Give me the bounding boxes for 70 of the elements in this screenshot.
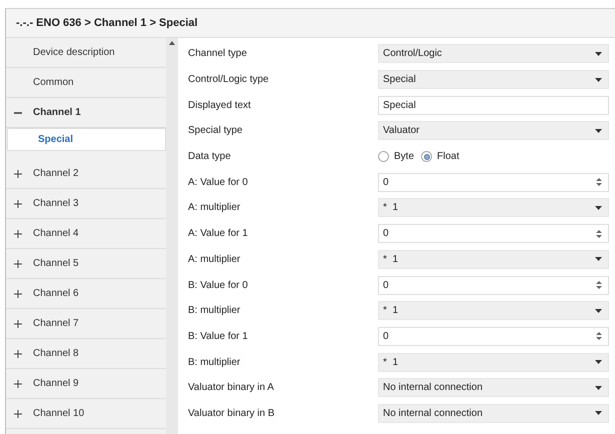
spinner-arrows-icon[interactable] <box>596 280 602 290</box>
tree-item-label: Device description <box>33 47 115 58</box>
dropdown-caret-icon <box>595 411 602 416</box>
parameter-label: Channel type <box>188 48 248 60</box>
dropdown[interactable]: * 1 <box>378 301 609 320</box>
parameter-label: B: Value for 0 <box>188 280 249 291</box>
dropdown-caret-icon <box>595 257 602 262</box>
tree-item-label: Channel 8 <box>33 348 79 359</box>
number-field[interactable]: 0 <box>378 172 609 192</box>
tree-item-label: Special <box>38 134 74 145</box>
window-title: -.-.- ENO 636 > Channel 1 > Special <box>6 9 615 38</box>
plus-icon[interactable] <box>14 230 22 238</box>
dropdown[interactable]: No internal connection <box>378 378 609 398</box>
dropdown-caret-icon <box>595 360 602 364</box>
parameter-label: B: Value for 1 <box>188 330 249 342</box>
parameter-label: Valuator binary in B <box>188 408 276 419</box>
tree-subitem[interactable]: Special <box>7 128 166 151</box>
dropdown-caret-icon <box>595 206 602 210</box>
dropdown[interactable]: Special <box>378 70 609 90</box>
dropdown-caret-icon <box>595 128 602 133</box>
tree-item-label: Common <box>33 77 74 88</box>
parameter-label: A: Value for 1 <box>188 228 249 240</box>
dropdown-caret-icon <box>595 78 602 82</box>
spinner-arrows-icon[interactable] <box>596 228 602 239</box>
parameter-label: Data type <box>188 151 232 162</box>
dropdown[interactable]: No internal connection <box>378 404 609 423</box>
dropdown-caret-icon <box>595 308 602 313</box>
tree-item-label: Channel 2 <box>33 168 79 179</box>
spinner-arrows-icon[interactable] <box>596 331 602 342</box>
tree-item-label: Channel 6 <box>33 288 79 299</box>
dropdown[interactable]: Control/Logic <box>378 44 609 64</box>
parameter-label: Valuator binary in A <box>188 382 275 394</box>
plus-icon[interactable] <box>14 410 22 418</box>
parameter-label: B: multiplier <box>188 305 242 316</box>
dropdown[interactable]: * 1 <box>378 352 609 372</box>
tree-item-label: Channel 3 <box>33 198 79 209</box>
dropdown[interactable]: * 1 <box>378 198 609 218</box>
tree-item-label: Channel 5 <box>33 258 79 269</box>
plus-icon[interactable] <box>14 350 22 358</box>
parameter-label: A: Value for 0 <box>188 176 249 188</box>
dropdown-caret-icon <box>595 386 602 390</box>
tree-item-label: Channel 7 <box>33 318 79 329</box>
tree-item-label: Channel 9 <box>33 378 79 389</box>
plus-icon[interactable] <box>14 320 22 328</box>
number-field[interactable]: 0 <box>378 276 609 295</box>
tree-item-label: Channel 1 <box>33 107 81 118</box>
dropdown[interactable]: * 1 <box>378 250 609 269</box>
plus-icon[interactable] <box>14 170 22 178</box>
parameter-label: A: multiplier <box>188 202 242 214</box>
tree-item-label: Channel 4 <box>33 228 79 239</box>
number-field[interactable]: 0 <box>378 326 609 346</box>
parameter-label: B: multiplier <box>188 356 242 368</box>
parameter-label: A: multiplier <box>188 254 242 265</box>
radio-option[interactable]: Float <box>421 151 460 162</box>
dropdown-caret-icon <box>595 52 602 56</box>
dropdown[interactable]: Valuator <box>378 121 609 140</box>
radio-option[interactable]: Byte <box>378 151 414 162</box>
scroll-up-icon[interactable] <box>169 41 175 45</box>
tree-item-label: Channel 10 <box>33 408 84 419</box>
plus-icon[interactable] <box>14 200 22 208</box>
parameter-label: Control/Logic type <box>188 74 270 86</box>
parameter-label: Displayed text <box>188 100 252 111</box>
parameter-label: Special type <box>188 125 244 136</box>
plus-icon[interactable] <box>14 290 22 298</box>
scrollbar[interactable] <box>166 38 178 434</box>
plus-icon[interactable] <box>14 260 22 268</box>
plus-icon[interactable] <box>14 380 22 388</box>
spinner-arrows-icon[interactable] <box>596 177 602 188</box>
text-field[interactable]: Special <box>378 96 609 115</box>
number-field[interactable]: 0 <box>378 224 609 244</box>
